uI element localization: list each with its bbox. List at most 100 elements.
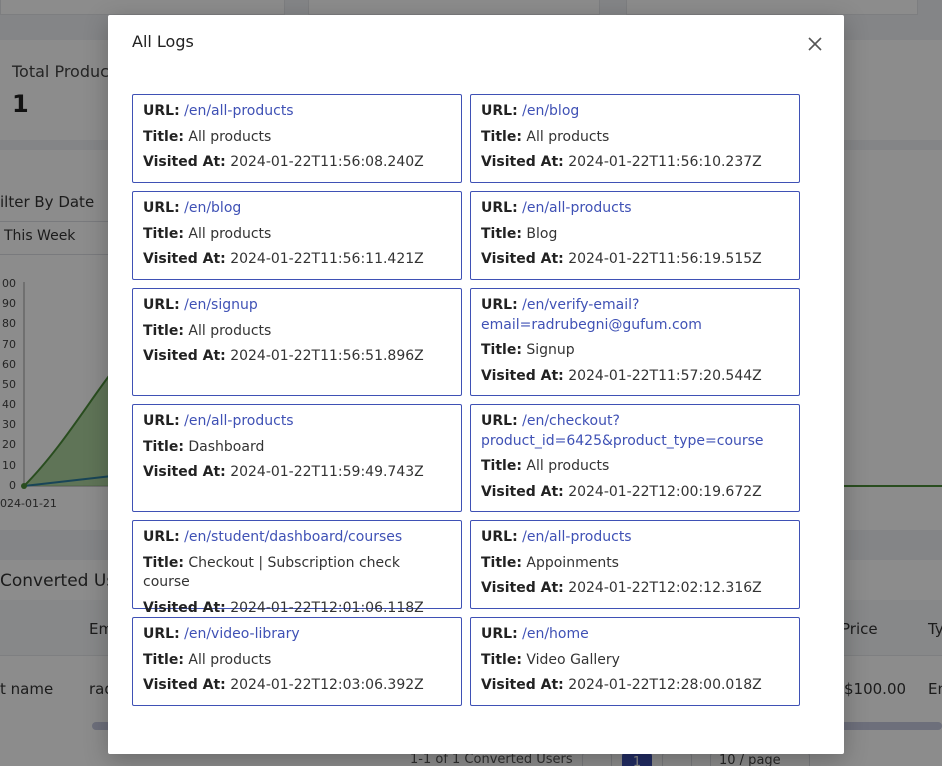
- log-visited-label: Visited At:: [481, 154, 564, 170]
- log-visited-line: Visited At: 2024-01-22T12:03:06.392Z: [143, 676, 451, 696]
- log-visited-label: Visited At:: [143, 464, 226, 480]
- log-url-value[interactable]: /en/video-library: [184, 626, 300, 642]
- log-url-value[interactable]: /en/signup: [184, 297, 258, 313]
- log-visited-value: 2024-01-22T12:28:00.018Z: [568, 677, 762, 693]
- log-title-line: Title: Video Gallery: [481, 651, 789, 671]
- log-url-label: URL:: [143, 626, 180, 642]
- log-title-label: Title:: [143, 651, 184, 668]
- log-entry-card: URL: /en/checkout? product_id=6425&produc…: [470, 404, 800, 512]
- log-entry-card: URL: /en/all-products Title: All products…: [132, 94, 462, 183]
- log-url-value[interactable]: /en/checkout? product_id=6425&product_typ…: [481, 413, 764, 449]
- log-title-value: Blog: [526, 225, 558, 242]
- log-entry-card: URL: /en/blog Title: All products Visited …: [132, 191, 462, 280]
- log-url-line: URL: /en/all-products: [143, 412, 451, 432]
- log-url-label: URL:: [481, 297, 518, 313]
- log-title-value: Appoinments: [526, 554, 619, 571]
- log-title-line: Title: Signup: [481, 341, 789, 361]
- log-title-label: Title:: [143, 128, 184, 145]
- log-title-value: All products: [526, 128, 610, 145]
- log-visited-line: Visited At: 2024-01-22T11:57:20.544Z: [481, 367, 789, 387]
- log-visited-line: Visited At: 2024-01-22T11:56:10.237Z: [481, 153, 789, 173]
- log-title-label: Title:: [143, 554, 184, 571]
- log-url-value[interactable]: /en/student/dashboard/courses: [184, 529, 402, 545]
- log-url-label: URL:: [143, 200, 180, 216]
- log-visited-value: 2024-01-22T11:56:10.237Z: [568, 154, 762, 170]
- log-title-value: All products: [526, 458, 610, 474]
- log-visited-label: Visited At:: [143, 251, 226, 267]
- log-visited-value: 2024-01-22T11:56:51.896Z: [230, 348, 424, 364]
- log-title-label: Title:: [481, 225, 522, 242]
- log-visited-label: Visited At:: [143, 154, 226, 170]
- log-title-line: Title: All products: [143, 225, 451, 245]
- log-visited-value: 2024-01-22T12:02:12.316Z: [568, 580, 762, 596]
- log-url-label: URL:: [481, 200, 518, 216]
- log-visited-label: Visited At:: [481, 677, 564, 693]
- log-title-value: All products: [188, 225, 272, 242]
- log-title-line: Title: All products: [143, 128, 451, 148]
- log-url-label: URL:: [481, 529, 518, 545]
- log-visited-line: Visited At: 2024-01-22T11:56:51.896Z: [143, 347, 451, 367]
- log-url-label: URL:: [143, 297, 180, 313]
- log-url-value[interactable]: /en/home: [522, 626, 589, 642]
- log-url-label: URL:: [481, 103, 518, 119]
- log-url-line: URL: /en/home: [481, 625, 789, 645]
- log-url-value[interactable]: /en/blog: [184, 200, 241, 216]
- log-visited-value: 2024-01-22T12:03:06.392Z: [230, 677, 424, 693]
- log-url-line: URL: /en/all-products: [481, 528, 789, 548]
- log-visited-line: Visited At: 2024-01-22T11:56:11.421Z: [143, 250, 451, 270]
- log-entry-card: URL: /en/student/dashboard/courses Title:…: [132, 520, 462, 616]
- log-title-line: Title: All products: [143, 322, 451, 342]
- log-title-value: All products: [188, 651, 272, 668]
- close-icon: [808, 37, 822, 51]
- log-url-value[interactable]: /en/all-products: [522, 529, 631, 545]
- log-url-line: URL: /en/blog: [481, 102, 789, 122]
- log-url-value[interactable]: /en/all-products: [184, 413, 293, 429]
- log-url-line: URL: /en/signup: [143, 296, 451, 316]
- log-url-label: URL:: [143, 413, 180, 429]
- log-visited-value: 2024-01-22T12:00:19.672Z: [568, 483, 762, 500]
- close-button[interactable]: [806, 35, 828, 57]
- log-title-label: Title:: [481, 458, 522, 474]
- log-url-label: URL:: [481, 626, 518, 642]
- log-visited-value: 2024-01-22T11:56:11.421Z: [230, 251, 424, 267]
- log-url-value[interactable]: /en/all-products: [184, 103, 293, 119]
- log-url-line: URL: /en/video-library: [143, 625, 451, 645]
- log-visited-value: 2024-01-22T11:56:08.240Z: [230, 154, 424, 170]
- log-title-label: Title:: [143, 225, 184, 242]
- log-url-line: URL: /en/all-products: [143, 102, 451, 122]
- log-url-label: URL:: [143, 529, 180, 545]
- log-visited-line: Visited At: 2024-01-22T12:00:19.672Z: [481, 483, 789, 503]
- log-visited-line: Visited At: 2024-01-22T11:56:19.515Z: [481, 250, 789, 270]
- log-visited-label: Visited At:: [481, 251, 564, 267]
- log-title-value: Signup: [526, 342, 575, 358]
- log-entry-card: URL: /en/blog Title: All products Visited …: [470, 94, 800, 183]
- log-title-label: Title:: [481, 128, 522, 145]
- log-visited-value: 2024-01-22T12:01:06.118Z: [230, 599, 424, 616]
- log-url-value[interactable]: /en/blog: [522, 103, 579, 119]
- log-url-line: URL: /en/all-products: [481, 199, 789, 219]
- log-visited-label: Visited At:: [143, 599, 226, 616]
- log-url-label: URL:: [143, 103, 180, 119]
- modal-title: All Logs: [132, 32, 194, 51]
- log-url-value[interactable]: /en/all-products: [522, 200, 631, 216]
- log-title-line: Title: All products: [143, 651, 451, 671]
- log-visited-value: 2024-01-22T11:57:20.544Z: [568, 367, 762, 384]
- log-visited-line: Visited At: 2024-01-22T12:01:06.118Z: [143, 599, 451, 619]
- log-title-label: Title:: [481, 342, 522, 358]
- log-title-line: Title: Blog: [481, 225, 789, 245]
- all-logs-modal: All Logs URL: /en/all-products Title: All…: [108, 15, 844, 754]
- log-title-value: All products: [188, 128, 272, 145]
- log-entry-card: URL: /en/all-products Title: Blog Visited …: [470, 191, 800, 280]
- log-url-line: URL: /en/checkout? product_id=6425&produc…: [481, 412, 789, 451]
- log-title-line: Title: Dashboard: [143, 438, 451, 458]
- log-title-value: All products: [188, 322, 272, 339]
- log-visited-line: Visited At: 2024-01-22T12:02:12.316Z: [481, 579, 789, 599]
- log-title-value: Video Gallery: [526, 651, 620, 668]
- log-entry-card: URL: /en/all-products Title: Appoinments V…: [470, 520, 800, 609]
- log-title-line: Title: All products: [481, 457, 789, 477]
- log-url-label: URL:: [481, 413, 518, 429]
- log-title-label: Title:: [143, 438, 184, 455]
- log-entry-card: URL: /en/all-products Title: Dashboard Vis…: [132, 404, 462, 512]
- log-title-label: Title:: [143, 322, 184, 339]
- log-visited-value: 2024-01-22T11:59:49.743Z: [230, 464, 424, 480]
